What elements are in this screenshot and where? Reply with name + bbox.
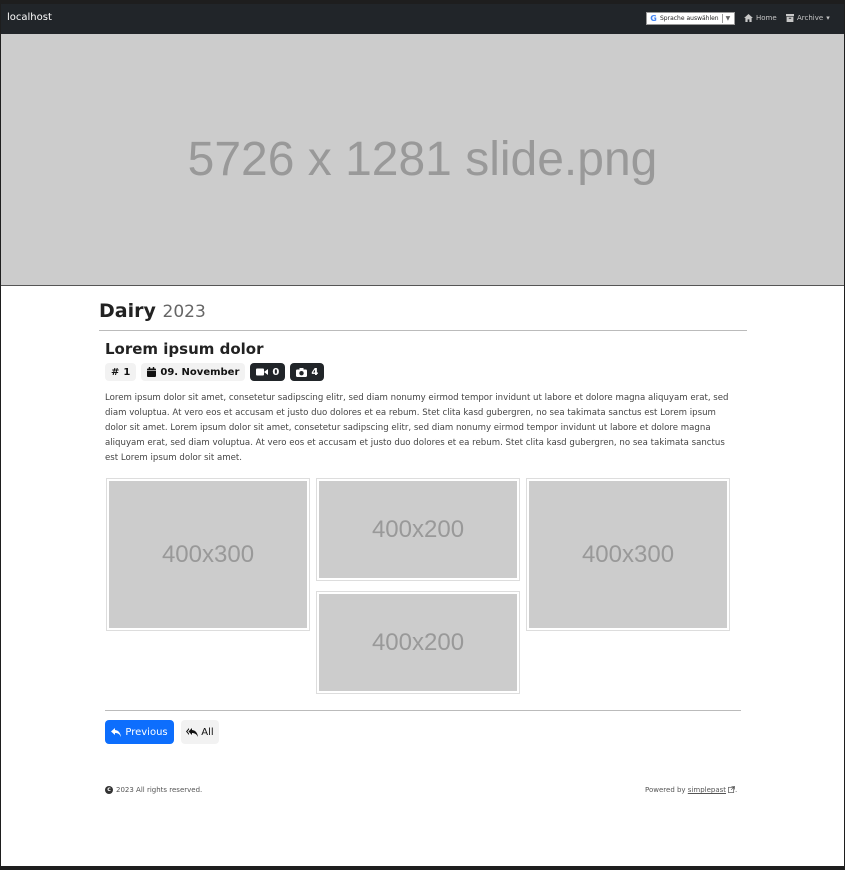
video-count: 0 [272,366,280,378]
post-date: 09. November [160,366,240,378]
nav-archive-label: Archive [797,14,824,22]
hero-image: 5726 x 1281 slide.png [1,34,844,286]
camera-icon [296,367,308,377]
nav-archive-dropdown[interactable]: Archive ▾ [786,14,830,22]
page-title-name: Dairy [99,300,156,322]
photo-count-badge: 4 [290,363,325,381]
language-select[interactable]: G Sprache auswählen ▼ [646,12,735,25]
browser-window: localhost G Sprache auswählen ▼ Home Arc… [0,4,845,866]
copyright-icon: c [105,786,113,794]
post-meta-badges: # 1 09. November 0 4 [105,363,325,381]
footer-copyright: c 2023 All rights reserved. [105,786,202,794]
reply-all-icon [186,727,199,737]
external-link-icon [728,786,735,793]
title-divider [99,330,747,331]
navbar-brand[interactable]: localhost [7,12,52,23]
video-count-badge: 0 [250,363,286,381]
page-title-year: 2023 [162,302,206,322]
hash-icon: # [111,366,120,378]
powered-by-prefix: Powered by [645,786,688,794]
chevron-down-icon: ▾ [826,14,830,22]
powered-by-suffix: . [735,786,738,794]
content-divider [105,710,741,711]
calendar-icon [147,367,157,377]
nav-home-label: Home [756,14,777,22]
post-number: 1 [123,366,131,378]
previous-button-label: Previous [125,726,168,738]
post-date-badge: 09. November [141,363,246,381]
copyright-text: 2023 All rights reserved. [116,786,203,794]
all-button[interactable]: All [181,720,219,744]
page-title: Dairy 2023 [99,300,206,322]
video-camera-icon [256,368,269,376]
navbar: localhost G Sprache auswählen ▼ Home Arc… [1,4,844,34]
home-icon [744,14,753,22]
gallery-image-2[interactable]: 400x200 [317,479,519,580]
gallery-image-4[interactable]: 400x300 [527,479,729,630]
taskbar-strip [0,866,845,870]
all-button-label: All [201,726,214,738]
hero-placeholder-text: 5726 x 1281 slide.png [187,133,658,186]
post-title: Lorem ipsum dolor [105,340,264,358]
previous-button[interactable]: Previous [105,720,174,744]
language-select-divider [721,14,723,23]
language-select-label: Sprache auswählen [660,15,719,22]
gallery-image-3[interactable]: 400x200 [317,592,519,693]
footer-powered-by: Powered by simplepast . [645,786,737,794]
archive-icon [786,14,794,22]
reply-icon [111,727,122,737]
gallery-image-1[interactable]: 400x300 [107,479,309,630]
post-body: Lorem ipsum dolor sit amet, consetetur s… [105,393,729,463]
post-number-badge: # 1 [105,363,137,381]
simplepast-link[interactable]: simplepast [688,786,726,794]
photo-count: 4 [311,366,319,378]
dropdown-arrow-icon: ▼ [725,15,731,22]
google-icon: G [650,14,657,23]
nav-home-link[interactable]: Home [744,14,777,22]
